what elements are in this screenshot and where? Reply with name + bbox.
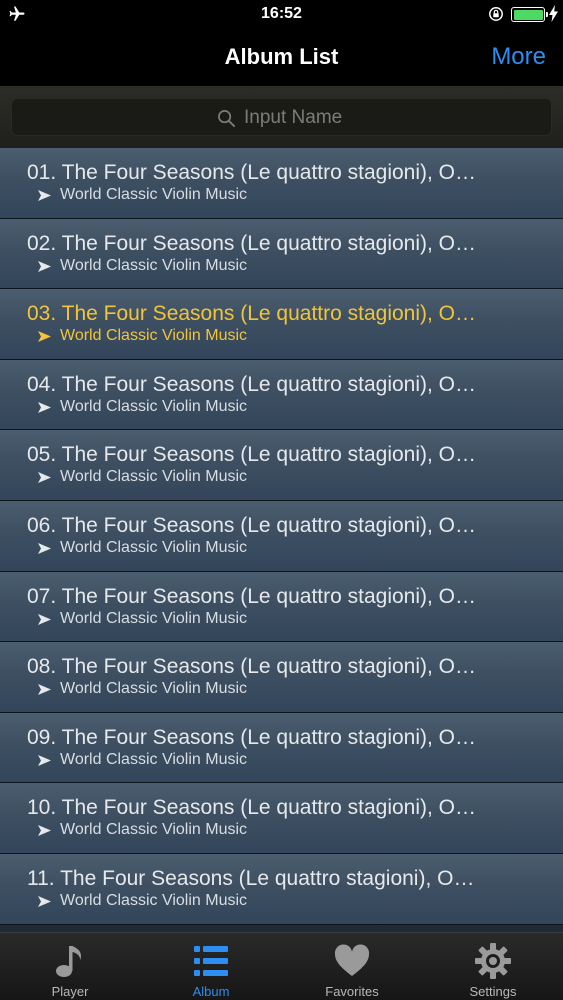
track-row[interactable]: 09. The Four Seasons (Le quattro stagion…	[0, 712, 563, 784]
play-arrow-icon	[38, 401, 51, 413]
track-title: 07. The Four Seasons (Le quattro stagion…	[27, 584, 477, 608]
search-input[interactable]	[244, 103, 544, 133]
search-area	[0, 86, 563, 148]
tab-label: Album	[192, 984, 230, 999]
charging-bolt-icon	[549, 5, 558, 22]
play-arrow-icon	[38, 190, 51, 201]
status-bar: 16:52	[0, 0, 563, 28]
track-row[interactable]: 11. The Four Seasons (Le quattro stagion…	[0, 853, 563, 925]
track-title: 08. The Four Seasons (Le quattro stagion…	[27, 655, 477, 679]
track-artist: World Classic Violin Music	[60, 186, 248, 203]
track-row[interactable]: 08. The Four Seasons (Le quattro stagion…	[0, 642, 563, 713]
play-arrow-icon	[38, 331, 51, 343]
track-artist: World Classic Violin Music	[60, 609, 248, 627]
track-title: 05. The Four Seasons (Le quattro stagion…	[27, 443, 477, 467]
track-artist: World Classic Violin Music	[60, 750, 248, 768]
track-row[interactable]: 05. The Four Seasons (Le quattro stagion…	[0, 430, 563, 501]
track-title: 03. The Four Seasons (Le quattro stagion…	[27, 302, 477, 326]
track-row[interactable]: 07. The Four Seasons (Le quattro stagion…	[0, 571, 563, 643]
search-icon	[218, 110, 236, 128]
tab-label: Settings	[469, 984, 517, 999]
play-arrow-icon	[38, 613, 51, 625]
track-artist: World Classic Violin Music	[60, 821, 248, 839]
track-artist: World Classic Violin Music	[60, 468, 248, 486]
tab-label: Favorites	[325, 984, 379, 999]
play-arrow-icon	[38, 754, 51, 766]
gear-icon	[475, 943, 511, 979]
play-arrow-icon	[38, 895, 51, 907]
track-artist: World Classic Violin Music	[60, 680, 248, 698]
track-title: 01. The Four Seasons (Le quattro stagion…	[27, 161, 477, 184]
track-title: 11. The Four Seasons (Le quattro stagion…	[27, 866, 475, 890]
track-artist: World Classic Violin Music	[60, 538, 248, 556]
track-title: 06. The Four Seasons (Le quattro stagion…	[27, 513, 477, 537]
track-list: 01. The Four Seasons (Le quattro stagion…	[0, 148, 563, 932]
search-box[interactable]	[11, 98, 552, 136]
track-artist: World Classic Violin Music	[60, 891, 248, 909]
track-row[interactable]: 06. The Four Seasons (Le quattro stagion…	[0, 500, 563, 572]
play-arrow-icon	[38, 684, 51, 696]
track-row[interactable]: 01. The Four Seasons (Le quattro stagion…	[0, 148, 563, 219]
navigation-bar: Album List More	[0, 28, 563, 86]
battery-icon	[511, 7, 548, 22]
tab-album[interactable]: Album	[141, 933, 281, 1000]
music-note-icon	[56, 946, 82, 977]
play-arrow-icon	[38, 542, 51, 554]
track-row[interactable]: 02. The Four Seasons (Le quattro stagion…	[0, 218, 563, 290]
track-artist: World Classic Violin Music	[60, 397, 248, 415]
track-title: 02. The Four Seasons (Le quattro stagion…	[27, 231, 477, 255]
tab-label: Player	[51, 984, 89, 999]
status-time: 16:52	[261, 5, 302, 22]
play-arrow-icon	[38, 825, 51, 837]
tab-settings[interactable]: Settings	[423, 933, 563, 1000]
track-row-playing[interactable]: 03. The Four Seasons (Le quattro stagion…	[0, 289, 563, 360]
more-button[interactable]: More	[491, 43, 546, 71]
track-title: 09. The Four Seasons (Le quattro stagion…	[27, 725, 477, 749]
rotation-lock-icon	[489, 7, 503, 21]
play-arrow-icon	[38, 472, 51, 484]
heart-icon	[334, 944, 370, 976]
track-title: 10. The Four Seasons (Le quattro stagion…	[27, 796, 477, 820]
tab-favorites[interactable]: Favorites	[282, 933, 422, 1000]
track-artist: World Classic Violin Music	[60, 256, 248, 274]
track-row[interactable]: 10. The Four Seasons (Le quattro stagion…	[0, 783, 563, 854]
list-icon	[194, 946, 228, 976]
track-row[interactable]: 04. The Four Seasons (Le quattro stagion…	[0, 359, 563, 431]
tab-bar: Player Album Favorites Settings	[0, 932, 563, 1000]
track-title: 04. The Four Seasons (Le quattro stagion…	[27, 372, 477, 396]
play-arrow-icon	[38, 260, 51, 272]
tab-player[interactable]: Player	[0, 933, 140, 1000]
track-artist: World Classic Violin Music	[60, 327, 248, 345]
page-title: Album List	[224, 44, 339, 69]
